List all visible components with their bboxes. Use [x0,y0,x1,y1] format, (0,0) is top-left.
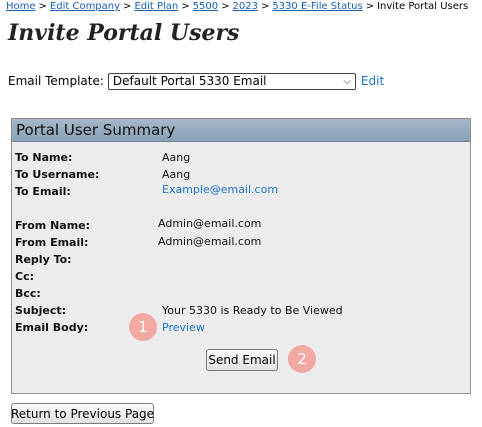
return-to-previous-page-button[interactable]: Return to Previous Page [11,403,154,424]
to-email-label: To Email: [15,185,71,198]
annotation-badge-2: 2 [288,345,316,373]
portal-user-summary-panel: Portal User Summary To Name: Aang To Use… [11,118,471,394]
reply-to-label: Reply To: [15,253,72,266]
edit-template-link[interactable]: Edit [361,74,384,88]
subject-label: Subject: [15,304,67,317]
from-email-label: From Email: [15,236,89,249]
breadcrumb-separator: > [123,1,132,12]
breadcrumb-separator: > [260,1,270,12]
email-body-label: Email Body: [15,321,89,334]
email-template-select[interactable]: Default Portal 5330 Email ⌵ [107,72,356,90]
breadcrumb-efile-status[interactable]: 5330 E-File Status [272,1,362,12]
breadcrumb-separator: > [181,1,190,12]
to-username-value: Aang [162,168,191,181]
breadcrumb-current: Invite Portal Users [377,1,469,12]
breadcrumb-2023[interactable]: 2023 [233,1,258,12]
portal-user-summary-header: Portal User Summary [12,119,470,142]
preview-link[interactable]: Preview [162,321,205,335]
breadcrumb-5500[interactable]: 5500 [193,1,218,12]
breadcrumb-home[interactable]: Home [6,1,36,12]
email-template-row: Email Template: Default Portal 5330 Emai… [8,72,384,90]
email-template-label: Email Template: [8,74,104,88]
breadcrumb: Home > Edit Company > Edit Plan >5500 >2023 >53… [6,1,468,13]
to-name-value: Aang [162,151,191,164]
page-title: Invite Portal Users [8,20,240,46]
to-name-label: To Name: [15,151,73,164]
email-template-selected-value: Default Portal 5330 Email [112,74,267,88]
from-name-label: From Name: [15,219,91,232]
send-email-button[interactable]: Send Email [206,349,278,371]
to-email-link[interactable]: Example@email.com [162,183,278,197]
from-name-value: Admin@email.com [158,217,262,230]
bcc-label: Bcc: [15,287,41,300]
subject-value: Your 5330 is Ready to Be Viewed [162,304,343,317]
chevron-down-icon: ⌵ [343,75,351,87]
breadcrumb-separator: > [221,1,230,12]
from-email-value: Admin@email.com [158,235,262,248]
breadcrumb-edit-plan[interactable]: Edit Plan [134,1,178,12]
cc-label: Cc: [15,270,34,283]
breadcrumb-separator: > [365,1,375,12]
to-username-label: To Username: [15,168,100,181]
breadcrumb-edit-company[interactable]: Edit Company [50,1,120,12]
breadcrumb-separator: > [38,1,47,12]
annotation-badge-1: 1 [129,313,157,341]
